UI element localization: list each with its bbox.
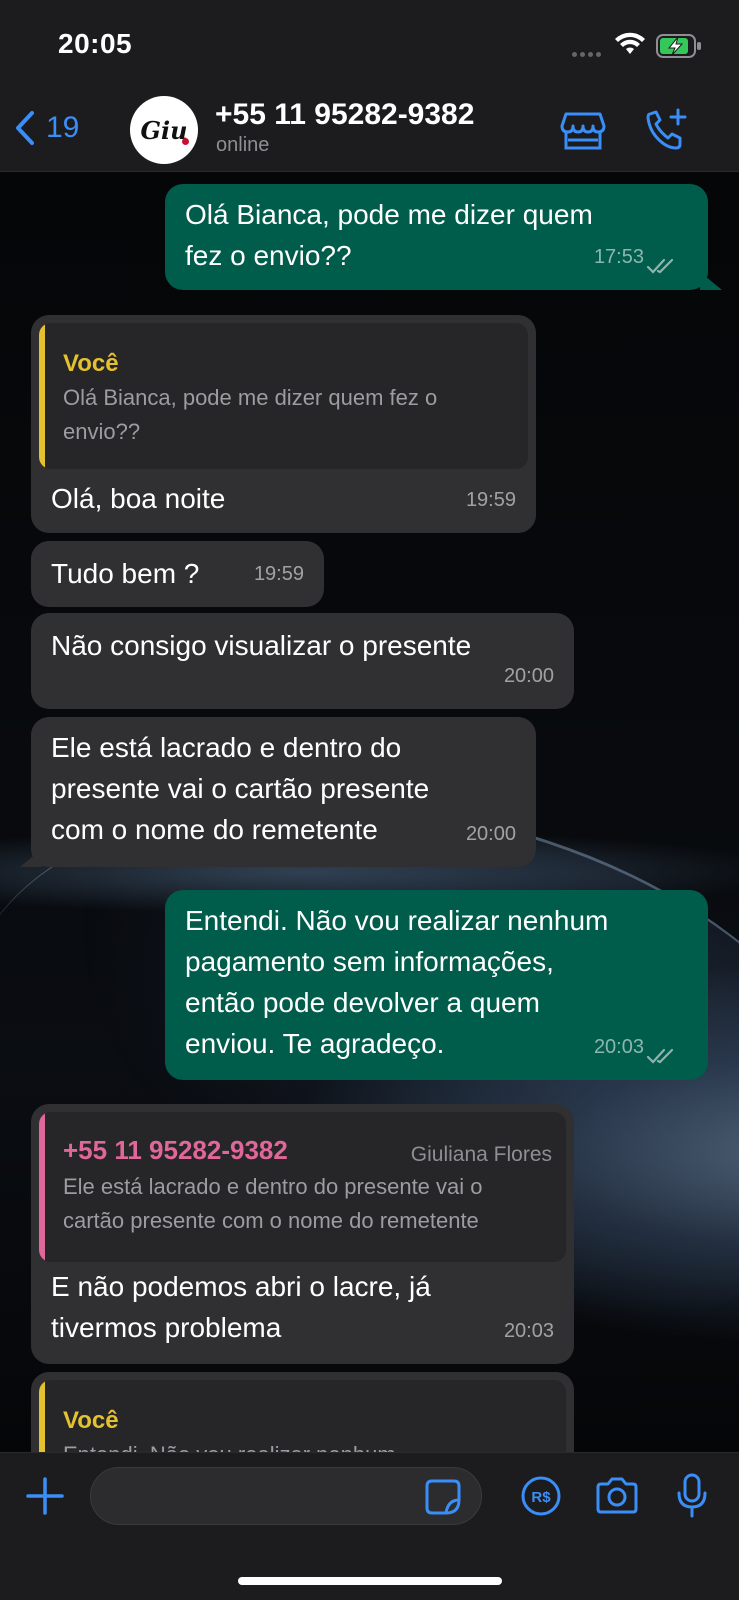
message-outgoing[interactable]: Olá Bianca, pode me dizer quem fez o env… (165, 184, 708, 290)
avatar-logo-text: Giu (140, 115, 188, 145)
sticker-icon[interactable] (424, 1478, 462, 1521)
chevron-left-icon (16, 111, 34, 145)
message-time: 20:00 (503, 665, 554, 687)
back-button[interactable]: 19 (14, 110, 79, 146)
quote-author: Você (63, 350, 119, 377)
contact-status: online (216, 134, 270, 156)
message-text: Olá Bianca, pode me dizer quem (185, 199, 593, 230)
message-time: 19:59 (465, 489, 516, 511)
double-check-icon (646, 1048, 674, 1064)
message-time: 20:00 (465, 823, 516, 845)
message-text: presente vai o cartão presente (51, 773, 430, 804)
message-text: tivermos problema (51, 1312, 282, 1343)
double-check-icon (646, 258, 674, 274)
message-text: E não podemos abri o lacre, já (51, 1271, 431, 1302)
add-call-icon[interactable] (644, 108, 690, 157)
status-bar: 20:05 (0, 0, 739, 92)
message-text: Não consigo visualizar o presente (51, 630, 472, 661)
microphone-icon[interactable] (676, 1473, 708, 1524)
message-text: Olá, boa noite (51, 483, 226, 514)
message-text: Tudo bem ? (51, 558, 200, 589)
quote-bar (39, 323, 45, 469)
message-text: Entendi. Não vou realizar nenhum (185, 905, 609, 936)
message-composer: R$ (0, 1452, 739, 1600)
quote-author: Você (63, 1407, 119, 1434)
quote-bar (39, 1112, 45, 1262)
payment-icon[interactable]: R$ (520, 1475, 562, 1522)
quote-text: envio?? (63, 419, 141, 444)
message-incoming[interactable]: Você Olá Bianca, pode me dizer quem fez … (31, 315, 536, 533)
message-time: 17:53 (593, 246, 644, 268)
unread-count: 19 (46, 111, 80, 144)
avatar[interactable]: Giu (130, 96, 198, 164)
message-time: 19:59 (253, 563, 304, 585)
message-incoming[interactable]: Não consigo visualizar o presente 20:00 (31, 613, 574, 709)
quoted-message[interactable]: +55 11 95282-9382 Giuliana Flores Ele es… (39, 1112, 566, 1262)
chat-header: 19 Giu +55 11 95282-9382 online (0, 92, 739, 172)
cellular-signal-icon (572, 44, 606, 57)
message-time: 20:03 (503, 1320, 554, 1342)
contact-name[interactable]: +55 11 95282-9382 (215, 98, 474, 132)
plus-icon[interactable] (24, 1475, 66, 1522)
message-outgoing[interactable]: Entendi. Não vou realizar nenhum pagamen… (165, 890, 708, 1080)
quote-text: Ele está lacrado e dentro do presente va… (63, 1174, 483, 1199)
wifi-icon (614, 32, 646, 61)
message-text: enviou. Te agradeço. (185, 1028, 445, 1059)
quoted-message[interactable]: Você Olá Bianca, pode me dizer quem fez … (39, 323, 528, 469)
quote-text: cartão presente com o nome do remetente (63, 1208, 479, 1233)
battery-charging-icon (656, 34, 702, 63)
message-incoming[interactable]: +55 11 95282-9382 Giuliana Flores Ele es… (31, 1104, 574, 1364)
store-icon[interactable] (560, 110, 606, 157)
message-text: com o nome do remetente (51, 814, 378, 845)
message-text: então pode devolver a quem (185, 987, 540, 1018)
message-text: pagamento sem informações, (185, 946, 554, 977)
message-text: fez o envio?? (185, 240, 352, 271)
svg-text:R$: R$ (531, 1489, 551, 1506)
message-time: 20:03 (593, 1036, 644, 1058)
message-incoming[interactable]: Ele está lacrado e dentro do presente va… (31, 717, 536, 867)
quote-author: +55 11 95282-9382 (63, 1135, 288, 1165)
message-incoming[interactable]: Tudo bem ? 19:59 (31, 541, 324, 607)
quote-text: Olá Bianca, pode me dizer quem fez o (63, 385, 438, 410)
home-indicator[interactable] (238, 1577, 502, 1585)
status-time: 20:05 (58, 28, 133, 59)
quote-contact-name: Giuliana Flores (410, 1143, 552, 1166)
avatar-logo-dot (182, 138, 189, 145)
camera-icon[interactable] (594, 1477, 640, 1520)
message-text: Ele está lacrado e dentro do (51, 732, 402, 763)
